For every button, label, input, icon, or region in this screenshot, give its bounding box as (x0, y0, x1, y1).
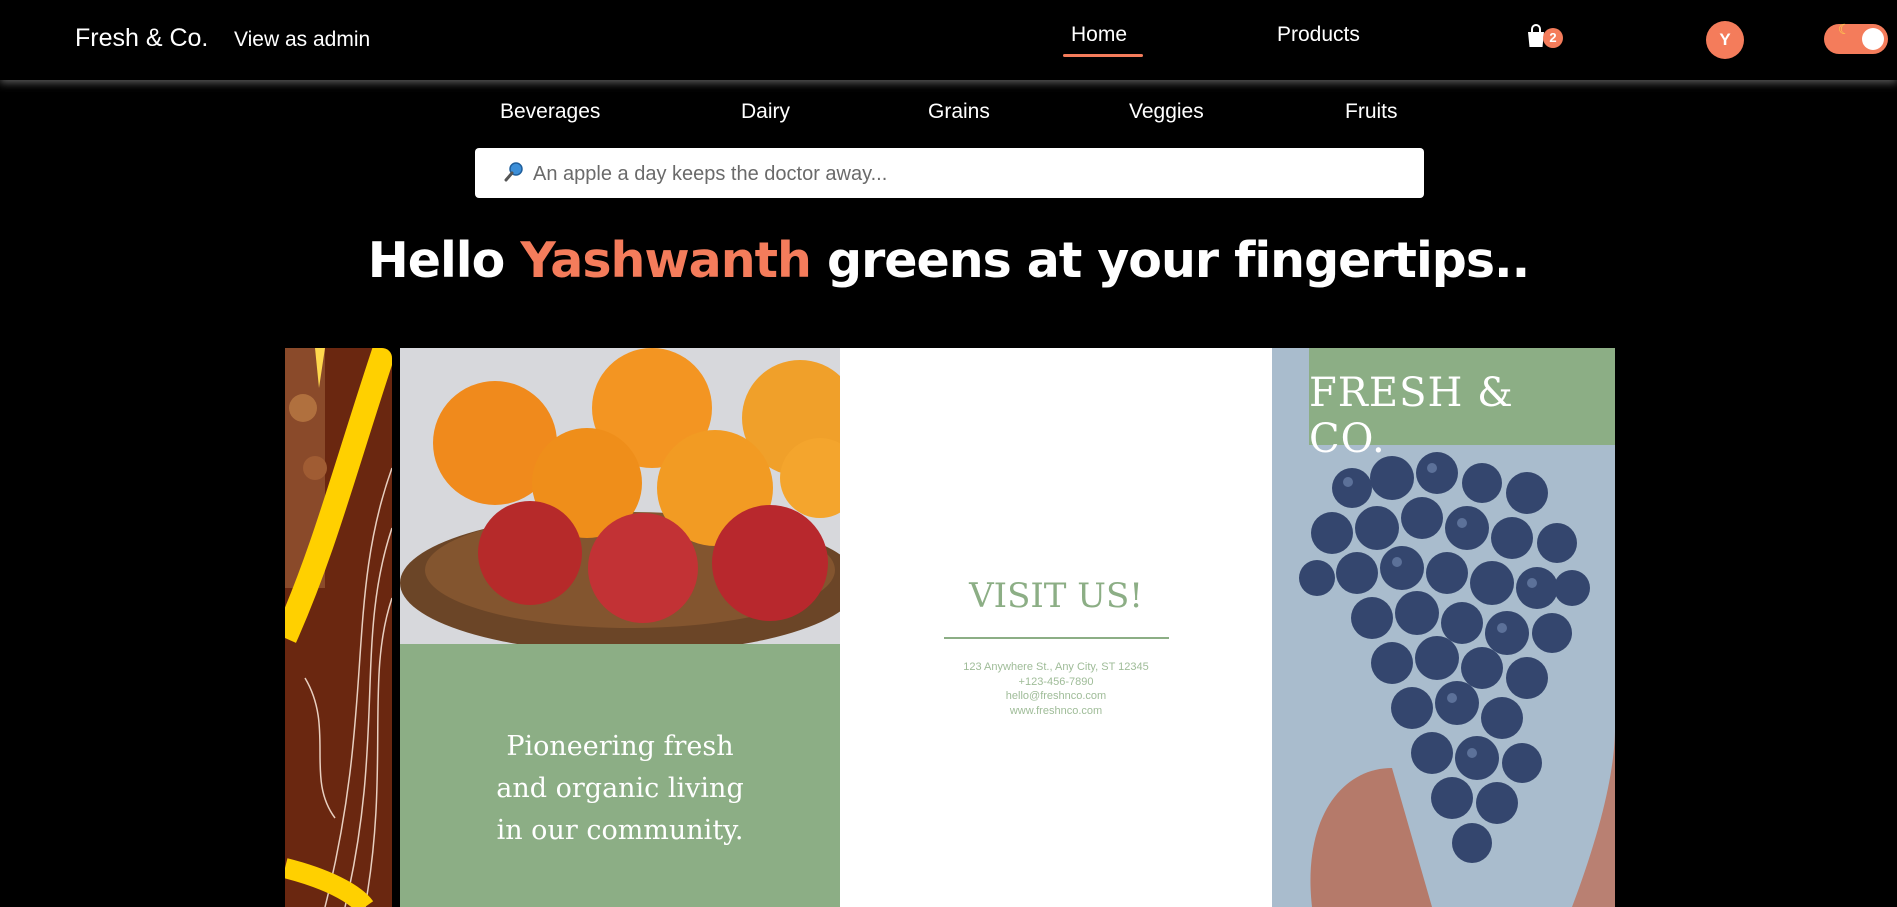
tagline-text: Pioneering fresh and organic living in o… (400, 726, 840, 852)
oranges-photo (400, 348, 840, 644)
search-input[interactable] (531, 148, 1415, 200)
category-fruits[interactable]: Fruits (1345, 100, 1398, 124)
contact-email: hello@freshnco.com (1005, 690, 1107, 702)
previous-slide-artwork (285, 348, 392, 907)
cart-count-badge: 2 (1543, 28, 1563, 48)
toggle-knob (1862, 28, 1884, 50)
hero-user-name: Yashwanth (520, 232, 812, 289)
active-nav-indicator (1063, 54, 1143, 57)
category-dairy[interactable]: Dairy (741, 100, 790, 124)
contact-website: www.freshnco.com (1009, 704, 1103, 717)
visit-us-title: VISIT US! (969, 576, 1143, 616)
tagline-line: in our community. (496, 815, 744, 846)
contact-phone: +123-456-7890 (1018, 675, 1094, 688)
banner-brand-title: FRESH & CO. (1309, 370, 1514, 462)
category-beverages[interactable]: Beverages (500, 100, 600, 124)
tagline-line: Pioneering fresh (506, 731, 734, 762)
nav-home-link[interactable]: Home (1071, 23, 1127, 47)
view-as-admin-link[interactable]: View as admin (234, 28, 370, 52)
hero-greeting: Hello (367, 232, 521, 289)
brand-label-box: FRESH & CO. (1309, 348, 1615, 462)
category-veggies[interactable]: Veggies (1129, 100, 1204, 124)
search-bar (475, 148, 1424, 200)
tagline-panel: Pioneering fresh and organic living in o… (400, 644, 840, 907)
tagline-line: and organic living (496, 773, 744, 804)
user-avatar[interactable]: Y (1706, 21, 1744, 59)
magnifier-icon (504, 162, 523, 182)
moon-icon: ☾ (1838, 22, 1851, 38)
category-grains[interactable]: Grains (928, 100, 990, 124)
nav-products-link[interactable]: Products (1277, 23, 1360, 47)
contact-address: 123 Anywhere St., Any City, ST 12345 (963, 661, 1149, 673)
brand-logo[interactable]: Fresh & Co. (75, 24, 208, 53)
previous-slide[interactable] (285, 348, 392, 907)
divider (944, 637, 1169, 639)
hero-tagline: greens at your fingertips.. (810, 232, 1530, 289)
visit-us-panel: VISIT US! 123 Anywhere St., Any City, ST… (840, 348, 1272, 907)
contact-info: 123 Anywhere St., Any City, ST 12345 +12… (840, 660, 1272, 718)
theme-toggle[interactable]: ☾ (1824, 22, 1888, 54)
hero-heading: Hello Yashwanth greens at your fingertip… (0, 232, 1897, 289)
grapes-photo: FRESH & CO. (1272, 348, 1615, 907)
top-navbar: Fresh & Co. View as admin Home Products … (0, 0, 1897, 80)
promo-banner-carousel[interactable]: Pioneering fresh and organic living in o… (285, 348, 1615, 907)
